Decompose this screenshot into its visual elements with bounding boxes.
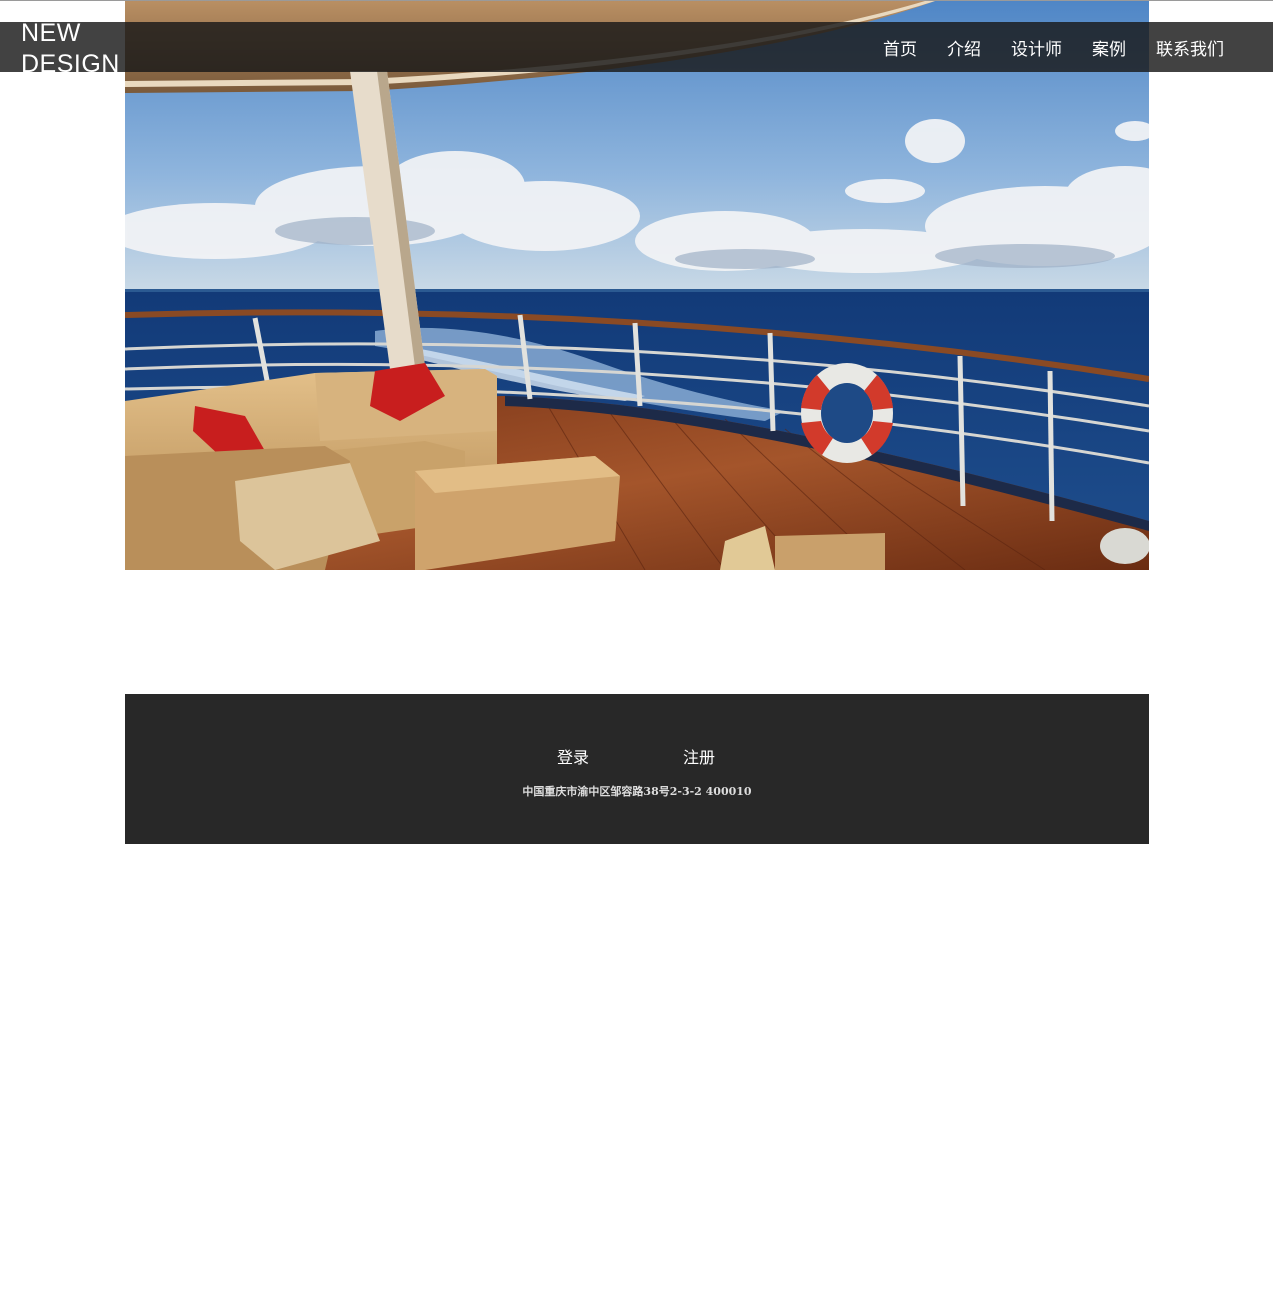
footer: 登录 注册 中国重庆市渝中区邹容路38号2-3-2 400010: [125, 694, 1149, 844]
yacht-deck-photo: [125, 1, 1149, 570]
hero-banner-image: [125, 1, 1149, 570]
nav-item-home[interactable]: 首页: [883, 35, 917, 60]
nav-item-designers[interactable]: 设计师: [1011, 35, 1062, 60]
footer-address: 中国重庆市渝中区邹容路38号2-3-2 400010: [522, 785, 752, 798]
brand-line-1: NEW: [21, 19, 81, 47]
top-navbar: NEW DESIGN 首页 介绍 设计师 案例 联系我们: [0, 19, 1273, 78]
nav-item-contact[interactable]: 联系我们: [1156, 35, 1224, 60]
brand-line-2: DESIGN: [21, 50, 120, 78]
life-ring: [801, 363, 893, 463]
page: NEW DESIGN 首页 介绍 设计师 案例 联系我们 登录 注册 中国重庆市…: [0, 0, 1273, 1307]
brand-logo[interactable]: NEW DESIGN: [21, 18, 120, 80]
register-link[interactable]: 注册: [683, 744, 715, 768]
nav-item-cases[interactable]: 案例: [1092, 35, 1126, 60]
login-link[interactable]: 登录: [557, 744, 589, 768]
nav-item-intro[interactable]: 介绍: [947, 35, 981, 60]
main-nav: 首页 介绍 设计师 案例 联系我们: [883, 22, 1224, 72]
